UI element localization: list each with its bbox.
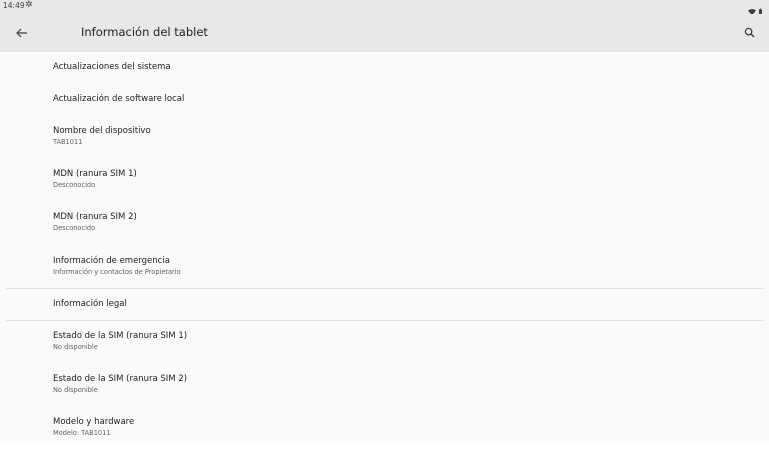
list-item-subtitle: Desconocido [53,224,96,232]
search-icon [744,27,755,38]
list-item-local-software-update[interactable]: Actualización de software local [53,94,184,104]
page-title: Información del tablet [81,25,208,39]
list-item-mdn-sim2[interactable]: MDN (ranura SIM 2) Desconocido [53,212,137,232]
status-bar: 14:49 ✲ [0,0,769,16]
list-item-mdn-sim1[interactable]: MDN (ranura SIM 1) Desconocido [53,169,137,189]
list-item-title: Información legal [53,299,127,309]
back-button[interactable] [12,23,32,43]
search-button[interactable] [740,23,760,43]
list-item-subtitle: No disponible [53,343,98,351]
divider [6,320,764,321]
list-item-system-updates[interactable]: Actualizaciones del sistema [53,62,171,72]
list-item-title: MDN (ranura SIM 2) [53,212,137,222]
list-item-title: Estado de la SIM (ranura SIM 2) [53,374,188,384]
arrow-left-icon [16,28,27,38]
list-item-emergency-info[interactable]: Información de emergencia Información y … [53,256,181,276]
list-item-model-hardware[interactable]: Modelo y hardware Modelo: TAB1011 [53,417,134,437]
list-item-title: MDN (ranura SIM 1) [53,169,137,179]
back-nav-button[interactable] [195,450,207,456]
list-item-title: Información de emergencia [53,256,170,266]
app-bar: Información del tablet [0,14,769,52]
list-item-title: Modelo y hardware [53,417,135,427]
list-item-subtitle: Información y contactos de Propietario [53,268,181,276]
gear-icon: ✲ [25,0,33,10]
home-nav-button[interactable] [378,450,392,456]
list-item-title: Estado de la SIM (ranura SIM 1) [53,331,188,341]
list-item-device-name[interactable]: Nombre del dispositivo TAB1011 [53,126,151,146]
list-item-subtitle: Desconocido [53,181,96,189]
list-item-sim-status-1[interactable]: Estado de la SIM (ranura SIM 1) No dispo… [53,331,187,351]
list-item-sim-status-2[interactable]: Estado de la SIM (ranura SIM 2) No dispo… [53,374,187,394]
list-item-title: Actualizaciones del sistema [53,62,171,72]
status-icons [747,2,763,16]
recents-nav-button[interactable] [566,450,578,456]
list-item-subtitle: Modelo: TAB1011 [53,429,111,437]
list-item-subtitle: TAB1011 [53,138,83,146]
list-item-title: Nombre del dispositivo [53,126,151,136]
settings-list: Actualizaciones del sistema Actualizació… [0,52,769,443]
list-item-subtitle: No disponible [53,386,98,394]
navigation-bar [0,443,769,456]
status-time: 14:49 [3,1,25,10]
list-item-title: Actualización de software local [53,94,185,104]
list-item-legal-info[interactable]: Información legal [53,299,127,309]
divider [6,288,764,289]
